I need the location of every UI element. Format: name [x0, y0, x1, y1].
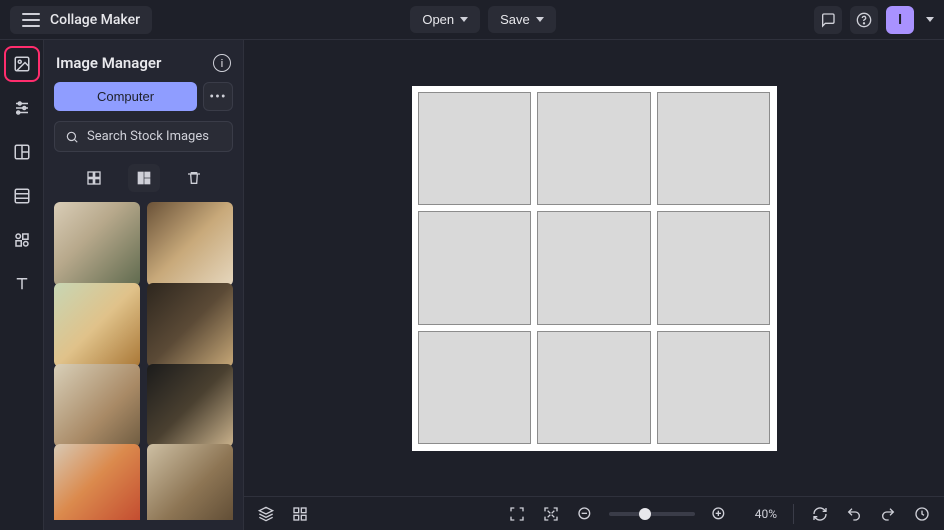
feedback-button[interactable]	[814, 6, 842, 34]
thumbnail[interactable]	[147, 202, 233, 286]
canvas-area[interactable]	[244, 40, 944, 496]
main-area: Image Manager i Computer ••• Search Stoc…	[0, 40, 944, 530]
info-icon: i	[221, 57, 224, 70]
pattern-icon	[13, 187, 31, 205]
thumbnail[interactable]	[54, 364, 140, 448]
open-button-label: Open	[422, 12, 454, 27]
text-icon	[13, 275, 31, 293]
layers-button[interactable]	[256, 504, 276, 524]
grid-small-icon	[86, 170, 102, 186]
grid-large-icon	[136, 170, 152, 186]
layout-icon	[13, 143, 31, 161]
layers-icon	[258, 506, 274, 522]
collage-cell[interactable]	[537, 92, 651, 206]
history-button[interactable]	[912, 504, 932, 524]
source-row: Computer •••	[54, 82, 233, 111]
help-button[interactable]	[850, 6, 878, 34]
thumbnail[interactable]	[147, 364, 233, 448]
fullscreen-button[interactable]	[507, 504, 527, 524]
zoom-out-icon	[577, 506, 593, 522]
panel-header: Image Manager i	[54, 54, 233, 72]
view-grid-large[interactable]	[128, 164, 160, 192]
rail-text[interactable]	[8, 270, 36, 298]
rail-adjust[interactable]	[8, 94, 36, 122]
refresh-icon	[812, 506, 828, 522]
fit-icon	[543, 506, 559, 522]
chat-icon	[820, 12, 836, 28]
collage-cell[interactable]	[537, 211, 651, 325]
shapes-icon	[13, 231, 31, 249]
zoom-out-button[interactable]	[575, 504, 595, 524]
thumbnail[interactable]	[54, 444, 140, 520]
search-stock-label: Search Stock Images	[87, 129, 209, 144]
upload-computer-button[interactable]: Computer	[54, 82, 197, 111]
divider	[793, 504, 794, 524]
image-thumbnails	[54, 202, 233, 520]
user-avatar[interactable]: I	[886, 6, 914, 34]
grid-toggle-button[interactable]	[290, 504, 310, 524]
zoom-percent: 40%	[743, 507, 777, 521]
rail-layout[interactable]	[8, 138, 36, 166]
zoom-in-icon	[711, 506, 727, 522]
collage-cell[interactable]	[418, 211, 532, 325]
collage-cell[interactable]	[418, 92, 532, 206]
undo-icon	[846, 506, 862, 522]
fullscreen-icon	[509, 506, 525, 522]
panel-info-button[interactable]: i	[213, 54, 231, 72]
image-manager-panel: Image Manager i Computer ••• Search Stoc…	[44, 40, 244, 530]
avatar-letter: I	[898, 12, 902, 28]
redo-button[interactable]	[878, 504, 898, 524]
collage-cell[interactable]	[657, 331, 771, 445]
view-grid-small[interactable]	[78, 164, 110, 192]
rail-background[interactable]	[8, 182, 36, 210]
chevron-down-icon[interactable]	[926, 17, 934, 22]
zoom-slider[interactable]	[609, 512, 695, 516]
grid-icon	[292, 506, 308, 522]
history-icon	[914, 506, 930, 522]
reset-button[interactable]	[810, 504, 830, 524]
canvas-wrap: 40%	[244, 40, 944, 530]
tool-rail	[0, 40, 44, 530]
trash-icon	[186, 170, 202, 186]
zoom-in-button[interactable]	[709, 504, 729, 524]
topbar: Collage Maker Open Save I	[0, 0, 944, 40]
thumbnail[interactable]	[54, 283, 140, 367]
collage-cell[interactable]	[537, 331, 651, 445]
delete-button[interactable]	[178, 164, 210, 192]
thumbnail[interactable]	[147, 283, 233, 367]
chevron-down-icon	[536, 17, 544, 22]
app-title-group: Collage Maker	[10, 6, 152, 34]
help-icon	[856, 12, 872, 28]
search-icon	[65, 130, 79, 144]
save-button-label: Save	[500, 12, 530, 27]
more-sources-button[interactable]: •••	[203, 82, 233, 111]
rail-elements[interactable]	[8, 226, 36, 254]
rail-image-manager[interactable]	[8, 50, 36, 78]
collage-cell[interactable]	[418, 331, 532, 445]
thumbnail[interactable]	[54, 202, 140, 286]
bottombar: 40%	[244, 496, 944, 530]
collage-cell[interactable]	[657, 211, 771, 325]
save-button[interactable]: Save	[488, 6, 556, 33]
view-row	[54, 162, 233, 192]
collage-cell[interactable]	[657, 92, 771, 206]
hamburger-menu-icon[interactable]	[22, 13, 40, 27]
sliders-icon	[13, 99, 31, 117]
open-button[interactable]: Open	[410, 6, 480, 33]
zoom-slider-knob[interactable]	[639, 508, 651, 520]
app-title: Collage Maker	[50, 12, 140, 28]
panel-title: Image Manager	[56, 54, 161, 72]
collage-grid[interactable]	[412, 86, 777, 451]
fit-screen-button[interactable]	[541, 504, 561, 524]
image-icon	[13, 55, 31, 73]
search-stock-button[interactable]: Search Stock Images	[54, 121, 233, 152]
chevron-down-icon	[460, 17, 468, 22]
thumbnail[interactable]	[147, 444, 233, 520]
undo-button[interactable]	[844, 504, 864, 524]
redo-icon	[880, 506, 896, 522]
